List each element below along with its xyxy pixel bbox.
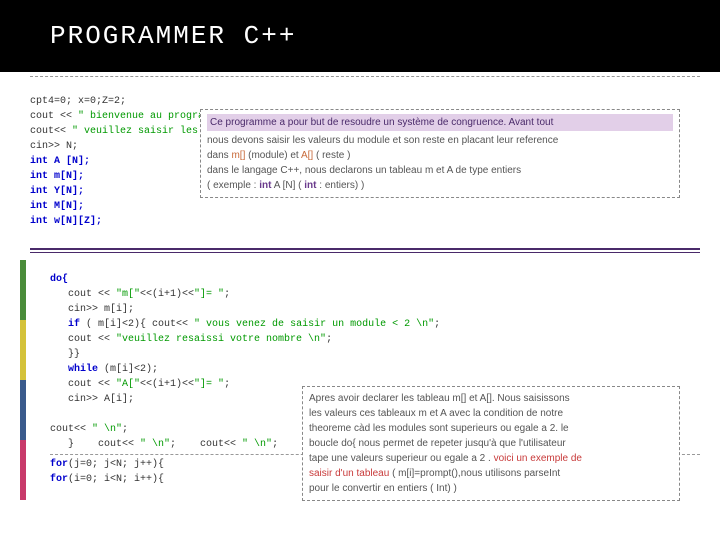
code-line: ; <box>224 379 230 390</box>
annotation-line: Apres avoir declarer les tableau m[] et … <box>309 393 570 404</box>
code-keyword: for <box>50 459 68 470</box>
code-line: (j=0; j<N; j++){ <box>68 459 164 470</box>
code-string: " \n" <box>92 424 122 435</box>
code-line: }} <box>50 349 80 360</box>
code-line: (i=0; i<N; i++){ <box>68 474 164 485</box>
annotation-line: theoreme càd les modules sont superieurs… <box>309 423 569 434</box>
code-line: } cout<< <box>50 439 140 450</box>
code-string: "]= " <box>194 379 224 390</box>
code-line: ; <box>224 289 230 300</box>
code-keyword: while <box>50 364 98 375</box>
code-string: "A[" <box>116 379 140 390</box>
code-string: "veuillez resaissi votre nombre \n" <box>116 334 326 345</box>
annotation-line: ( exemple : int A [N] ( int : entiers) ) <box>207 180 364 191</box>
code-string: " \n" <box>242 439 272 450</box>
code-line: cin>> N; <box>30 141 78 152</box>
annotation-line: dans m[] (module) et A[] ( reste ) <box>207 150 350 161</box>
code-line: int w[N][Z]; <box>30 216 102 227</box>
code-line: ; <box>122 424 128 435</box>
code-line: cout << <box>30 111 78 122</box>
code-line: (m[i]<2); <box>98 364 158 375</box>
code-string: " \n" <box>140 439 170 450</box>
stripe-green <box>20 260 26 320</box>
title-bar: PROGRAMMER C++ <box>0 0 720 72</box>
code-line: ; <box>326 334 332 345</box>
annotation-line: nous devons saisir les valeurs du module… <box>207 135 558 146</box>
annotation-line: les valeurs ces tableaux m et A avec la … <box>309 408 563 419</box>
annotation-box-2: Apres avoir declarer les tableau m[] et … <box>302 386 680 501</box>
code-line: ( m[i]<2){ cout<< <box>80 319 194 330</box>
annotation-title: Ce programme a pour but de resoudre un s… <box>207 114 673 131</box>
code-string: "m[" <box>116 289 140 300</box>
annotation-box-1: Ce programme a pour but de resoudre un s… <box>200 109 680 198</box>
code-string: " vous venez de saisir un module < 2 \n" <box>194 319 434 330</box>
code-line: cpt4=0; x=0;Z=2; <box>30 96 126 107</box>
code-line: cout << <box>50 334 116 345</box>
code-string: "]= " <box>194 289 224 300</box>
title-tab <box>0 40 30 72</box>
code-line: int Y[N]; <box>30 186 84 197</box>
code-line: cin>> m[i]; <box>50 304 134 315</box>
section-divider-thin <box>30 252 700 253</box>
annotation-line: boucle do{ nous permet de repeter jusqu'… <box>309 438 566 449</box>
code-line: <<(i+1)<< <box>140 379 194 390</box>
code-line: ; cout<< <box>170 439 242 450</box>
code-line: ; <box>434 319 440 330</box>
code-line: do{ <box>50 274 68 285</box>
annotation-line: pour le convertir en entiers ( Int) ) <box>309 483 457 494</box>
stripe-blue <box>20 380 26 440</box>
code-line: cout<< <box>30 126 72 137</box>
section-divider <box>30 248 700 250</box>
code-line: ; <box>272 439 278 450</box>
code-keyword: for <box>50 474 68 485</box>
left-color-stripes <box>20 260 26 500</box>
code-line: int m[N]; <box>30 171 84 182</box>
stripe-yellow <box>20 320 26 380</box>
stripe-pink <box>20 440 26 500</box>
code-line: cin>> A[i]; <box>50 394 134 405</box>
code-keyword: if <box>50 319 80 330</box>
code-line: int M[N]; <box>30 201 84 212</box>
annotation-line: tape une valeurs superieur ou egale a 2 … <box>309 453 582 464</box>
code-line: cout << <box>50 289 116 300</box>
page-title: PROGRAMMER C++ <box>50 21 296 51</box>
code-line: int A [N]; <box>30 156 90 167</box>
annotation-line: dans le langage C++, nous declarons un t… <box>207 165 521 176</box>
code-line: cout << <box>50 379 116 390</box>
code-line: cout<< <box>50 424 92 435</box>
code-line: <<(i+1)<< <box>140 289 194 300</box>
annotation-line: saisir d'un tableau ( m[i]=prompt(),nous… <box>309 468 560 479</box>
